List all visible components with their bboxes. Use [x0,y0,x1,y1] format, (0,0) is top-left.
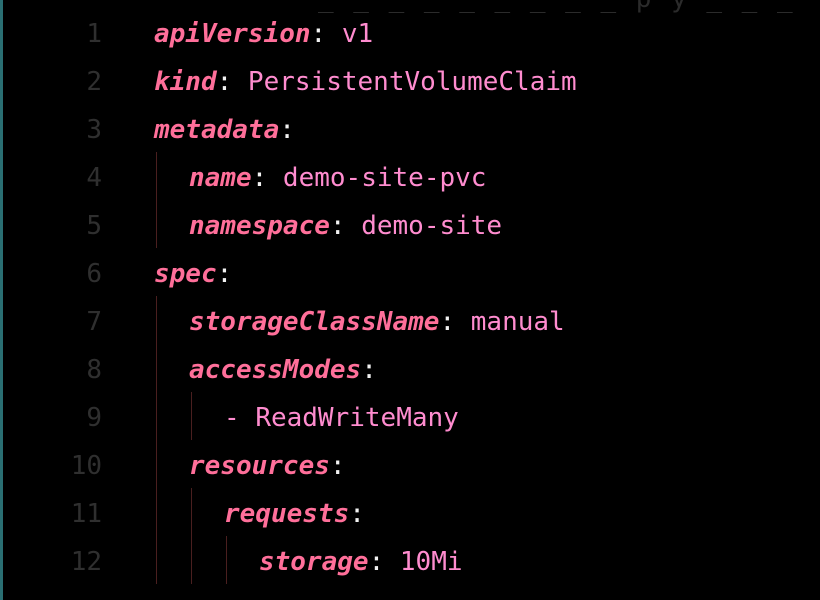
cropped-tab-title: _ _ _ _ _ _ _ _ _ p y _ _ _ [318,0,793,12]
yaml-colon: : [216,259,233,289]
yaml-key: spec [154,259,217,289]
yaml-value: PersistentVolumeClaim [232,67,577,97]
yaml-colon: : [251,163,268,193]
yaml-key: storage [259,547,369,577]
yaml-key: kind [154,67,217,97]
yaml-value: manual [455,307,565,337]
line-content[interactable]: requests: [224,490,365,538]
yaml-key: resources [189,451,330,481]
code-line-12[interactable]: 12 storage: 10Mi [0,538,820,586]
yaml-key: accessModes [189,355,362,385]
yaml-colon: : [361,355,377,385]
yaml-colon: : [439,307,456,337]
yaml-colon: : [349,499,365,529]
line-number: 5 [86,211,102,241]
code-line-2[interactable]: 2 kind: PersistentVolumeClaim [0,58,820,106]
code-line-4[interactable]: 4 name: demo-site-pvc [0,154,820,202]
yaml-key: namespace [189,211,330,241]
line-content[interactable]: resources: [189,442,346,490]
code-line-6[interactable]: 6 spec: [0,250,820,298]
line-number: 8 [86,355,102,385]
yaml-key: metadata [154,115,280,145]
line-content[interactable]: accessModes: [189,346,377,394]
yaml-key: requests [224,499,350,529]
code-line-1[interactable]: 1 apiVersion: v1 [0,10,820,58]
yaml-key: storageClassName [189,307,440,337]
yaml-colon: : [368,547,385,577]
line-content[interactable]: metadata: [154,106,295,154]
code-line-3[interactable]: 3 metadata: [0,106,820,154]
yaml-colon: : [279,115,295,145]
yaml-value: v1 [326,19,374,49]
line-number: 11 [70,499,102,529]
line-content[interactable]: storageClassName: manual [189,298,565,346]
line-number: 2 [86,67,102,97]
yaml-value: demo-site [345,211,503,241]
line-number: 12 [70,547,102,577]
line-content[interactable]: namespace: demo-site [189,202,502,250]
yaml-value: 10Mi [384,547,463,577]
line-content[interactable]: storage: 10Mi [259,538,463,586]
line-number: 9 [86,403,102,433]
yaml-value: demo-site-pvc [267,163,487,193]
line-content[interactable]: kind: PersistentVolumeClaim [154,58,577,106]
line-number: 6 [86,259,102,289]
yaml-list-dash: - [224,403,256,433]
yaml-colon: : [216,67,233,97]
code-line-11[interactable]: 11 requests: [0,490,820,538]
line-number: 7 [86,307,102,337]
line-content[interactable]: apiVersion: v1 [154,10,373,58]
yaml-colon: : [310,19,327,49]
line-number: 4 [86,163,102,193]
code-line-9[interactable]: 9 - ReadWriteMany [0,394,820,442]
code-line-10[interactable]: 10 resources: [0,442,820,490]
line-number: 1 [86,19,102,49]
line-content[interactable]: name: demo-site-pvc [189,154,486,202]
yaml-list-value: ReadWriteMany [255,403,459,433]
code-line-7[interactable]: 7 storageClassName: manual [0,298,820,346]
code-editor[interactable]: _ _ _ _ _ _ _ _ _ p y _ _ _ 1 apiVersion… [0,0,820,600]
yaml-colon: : [329,211,346,241]
line-number: 10 [70,451,102,481]
yaml-key: name [189,163,252,193]
line-content[interactable]: spec: [154,250,232,298]
yaml-colon: : [329,451,346,481]
line-content[interactable]: - ReadWriteMany [224,394,459,442]
code-line-5[interactable]: 5 namespace: demo-site [0,202,820,250]
yaml-key: apiVersion [154,19,311,49]
code-line-8[interactable]: 8 accessModes: [0,346,820,394]
line-number: 3 [86,115,102,145]
